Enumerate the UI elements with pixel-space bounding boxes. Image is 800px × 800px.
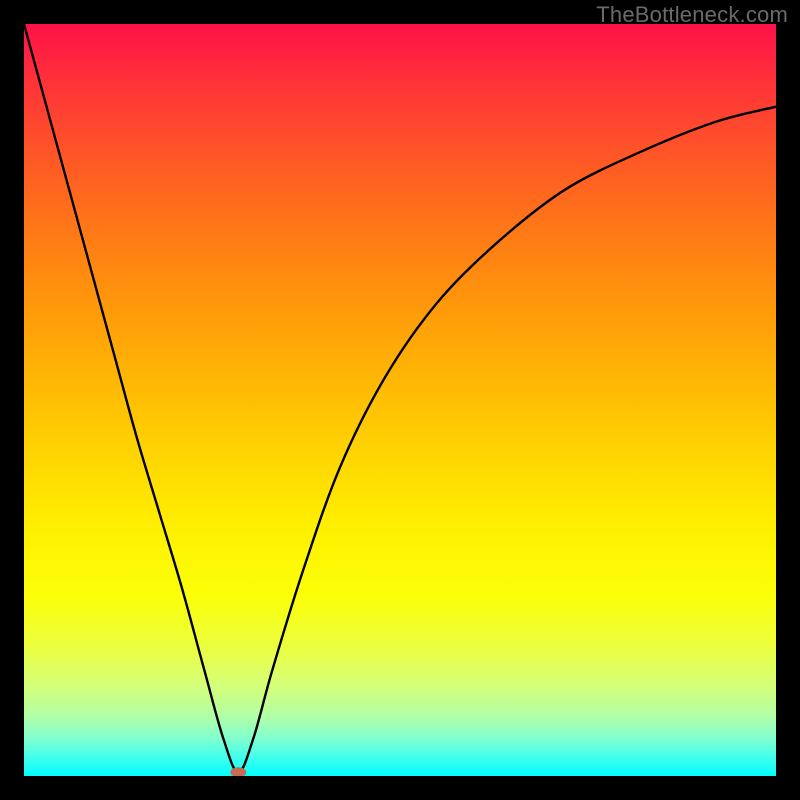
minimum-marker [230,767,246,776]
plot-area [24,24,776,776]
bottleneck-curve [24,24,776,776]
outer-frame: TheBottleneck.com [0,0,800,800]
